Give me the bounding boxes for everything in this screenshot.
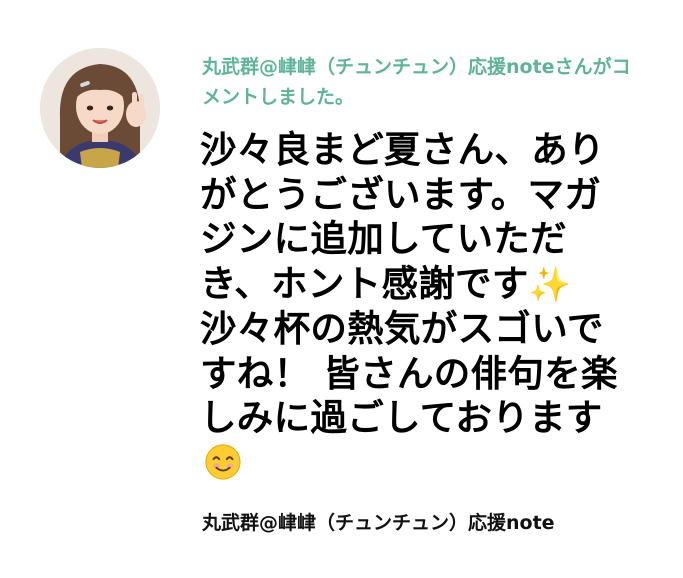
comment-body: 沙々良まど夏さん、ありがとうございます。マガジンに追加していただき、ホント感謝で…: [200, 128, 620, 486]
sparkles-icon: ✨: [528, 265, 572, 306]
notification-author-link[interactable]: 丸武群@峍峍（チュンチュン）応援note: [202, 56, 555, 78]
comment-notification-card: 丸武群@峍峍（チュンチュン）応援noteさんがコメントしました。 沙々良まど夏さ…: [0, 0, 683, 578]
smiling-face-icon: [205, 444, 241, 480]
comment-text-part-2: 沙々杯の熱気がスゴいですね！ 皆さんの俳句を楽しみに過ごしております: [200, 306, 618, 440]
comment-author-name[interactable]: 丸武群@峍峍（チュンチュン）応援note: [202, 508, 642, 539]
avatar[interactable]: [40, 48, 160, 168]
notification-text[interactable]: 丸武群@峍峍（チュンチュン）応援noteさんがコメントしました。: [202, 52, 642, 112]
